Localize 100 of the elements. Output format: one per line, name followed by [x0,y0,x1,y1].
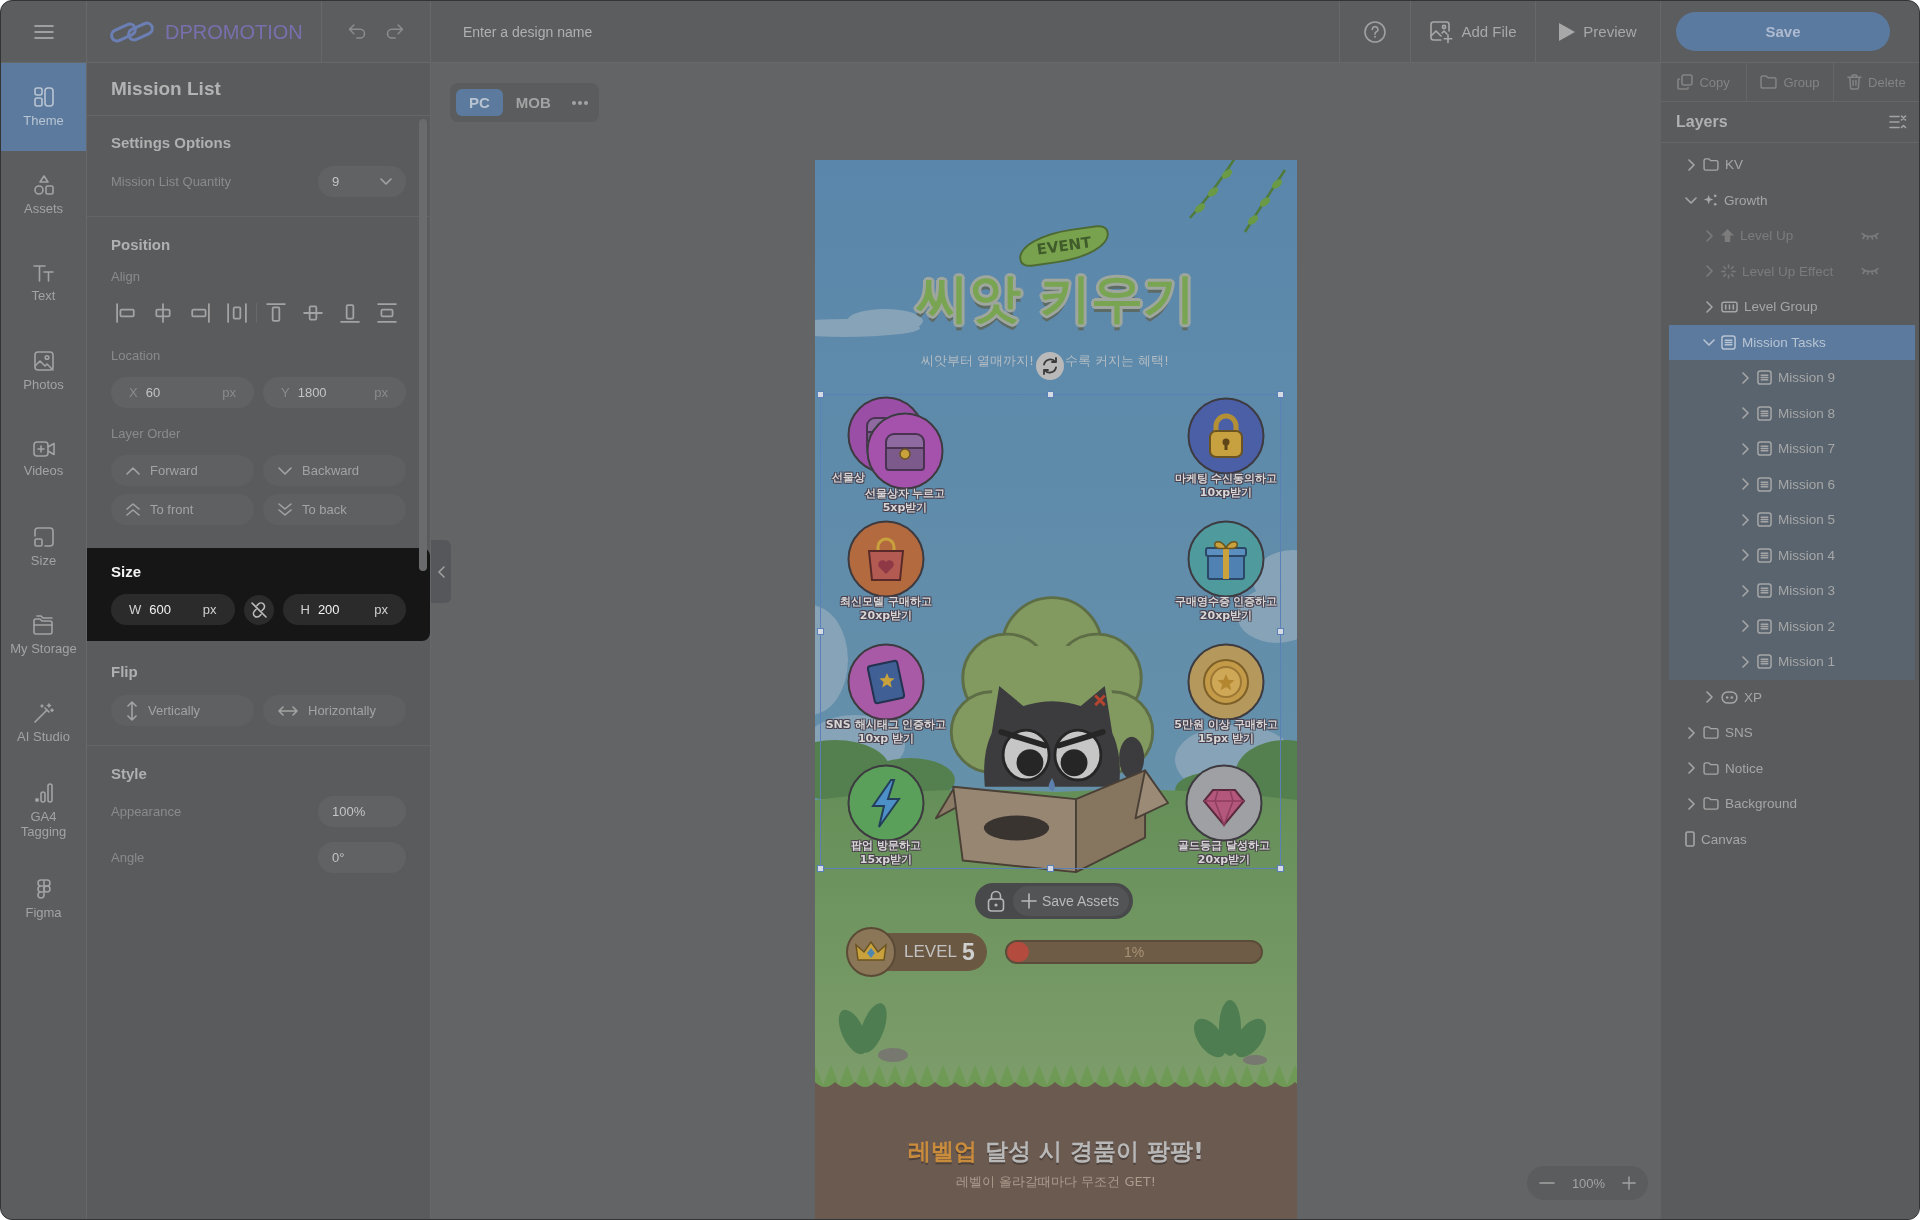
redo-icon[interactable] [386,24,404,39]
padlock-icon[interactable] [1187,397,1265,475]
gift-icon[interactable] [1187,520,1265,598]
resize-handle[interactable] [1046,391,1054,398]
resize-handle[interactable] [1046,865,1054,872]
align-center-icon[interactable] [153,303,173,323]
layer-item[interactable]: Growth [1669,182,1915,218]
help-icon[interactable] [1364,20,1386,43]
book-icon[interactable] [847,643,925,721]
chevron-right-icon[interactable] [1741,584,1749,597]
sidebar-tab[interactable]: Photos [1,327,86,415]
resize-handle[interactable] [817,627,824,635]
value-field[interactable]: 100% [318,796,406,827]
layer-item[interactable]: Mission 7 [1669,431,1915,467]
lightning-icon[interactable] [847,764,925,842]
eye-closed-icon[interactable] [1861,267,1879,276]
chevron-right-icon[interactable] [1741,549,1749,562]
chevron-right-icon[interactable] [1741,513,1749,526]
chevron-down-icon[interactable] [1685,196,1697,204]
chevron-right-icon[interactable] [1705,691,1713,704]
flip-button[interactable]: Horizontally [263,695,406,726]
chevron-right-icon[interactable] [1687,158,1695,171]
chevron-right-icon[interactable] [1741,371,1749,384]
save-assets-button[interactable]: Save Assets [1013,886,1130,916]
sidebar-tab[interactable]: AI Studio [1,679,86,767]
layer-item[interactable]: Mission 2 [1669,608,1915,644]
collapse-panel-button[interactable] [431,540,451,603]
chevron-right-icon[interactable] [1705,265,1713,278]
layer-item[interactable]: Background [1669,786,1915,822]
layer-order-button[interactable]: Forward [111,455,254,486]
chevron-right-icon[interactable] [1741,407,1749,420]
layer-item[interactable]: SNS [1669,715,1915,751]
resize-handle[interactable] [1277,627,1284,635]
layer-item[interactable]: Notice [1669,750,1915,786]
layer-item[interactable]: XP [1669,679,1915,715]
distribute-vertical-icon[interactable] [377,303,397,323]
coin-icon[interactable] [1187,643,1265,721]
sidebar-tab[interactable]: Theme [1,63,86,151]
shopping-bag-icon[interactable] [847,520,925,598]
sidebar-tab[interactable]: My Storage [1,591,86,679]
layer-item[interactable]: KV [1669,147,1915,183]
layer-item[interactable]: Canvas [1669,821,1915,857]
sidebar-tab[interactable]: Figma [1,855,86,943]
layer-item[interactable]: Mission 6 [1669,466,1915,502]
chevron-right-icon[interactable] [1741,478,1749,491]
device-tab[interactable]: PC [456,89,503,116]
align-top-icon[interactable] [266,303,286,323]
layer-item[interactable]: Level Group [1669,289,1915,325]
unlink-icon[interactable] [243,594,274,625]
dimension-field[interactable]: H 200 px [282,594,406,625]
design-name-field[interactable]: Enter a design name [463,16,823,47]
gem-icon[interactable] [1185,764,1263,842]
dropdown[interactable]: 9 [318,166,406,197]
undo-icon[interactable] [348,24,366,39]
eye-closed-icon[interactable] [1861,231,1879,240]
sidebar-tab[interactable]: Videos [1,415,86,503]
plus-icon[interactable] [1622,1176,1636,1190]
dimension-field[interactable]: W 600 px [111,594,235,625]
sidebar-tab[interactable]: GA4 Tagging [1,767,86,855]
selection-frame[interactable] [820,394,1281,869]
chevron-down-icon[interactable] [1703,338,1715,346]
align-right-icon[interactable] [190,303,210,323]
distribute-horizontal-icon[interactable] [227,303,247,323]
chevron-right-icon[interactable] [1741,655,1749,668]
save-button[interactable]: Save [1676,12,1890,51]
sidebar-tab[interactable]: Assets [1,151,86,239]
add-file-button[interactable]: Add File [1427,15,1519,48]
resize-handle[interactable] [817,865,824,872]
flip-button[interactable]: Vertically [111,695,254,726]
sidebar-tab[interactable]: Size [1,503,86,591]
chevron-right-icon[interactable] [1741,620,1749,633]
value-field[interactable]: 0° [318,842,406,873]
layer-order-button[interactable]: To back [263,494,406,525]
chevron-right-icon[interactable] [1687,762,1695,775]
resize-handle[interactable] [1277,865,1284,872]
resize-handle[interactable] [817,391,824,398]
layer-order-button[interactable]: To front [111,494,254,525]
chevron-right-icon[interactable] [1705,229,1713,242]
align-left-icon[interactable] [116,303,136,323]
layer-item[interactable]: Mission 5 [1669,502,1915,538]
chevron-right-icon[interactable] [1687,797,1695,810]
align-middle-icon[interactable] [303,303,323,323]
menu-icon[interactable] [33,24,54,39]
rotate-icon[interactable] [1036,352,1064,380]
layer-item[interactable]: Mission 3 [1669,573,1915,609]
lock-icon[interactable] [987,890,1005,912]
chevron-right-icon[interactable] [1705,300,1713,313]
layer-item[interactable]: Mission 9 [1669,360,1915,396]
layer-item[interactable]: Mission Tasks [1669,324,1915,360]
align-bottom-icon[interactable] [340,303,360,323]
resize-handle[interactable] [1277,391,1284,398]
layer-order-button[interactable]: Backward [263,455,406,486]
layer-item[interactable]: Mission 4 [1669,537,1915,573]
preview-button[interactable]: Preview [1557,18,1639,45]
chevron-right-icon[interactable] [1687,726,1695,739]
chevron-right-icon[interactable] [1741,442,1749,455]
layer-item[interactable]: Mission 1 [1669,644,1915,680]
sidebar-tab[interactable]: Text [1,239,86,327]
layer-item[interactable]: Mission 8 [1669,395,1915,431]
more-icon[interactable] [571,100,588,105]
